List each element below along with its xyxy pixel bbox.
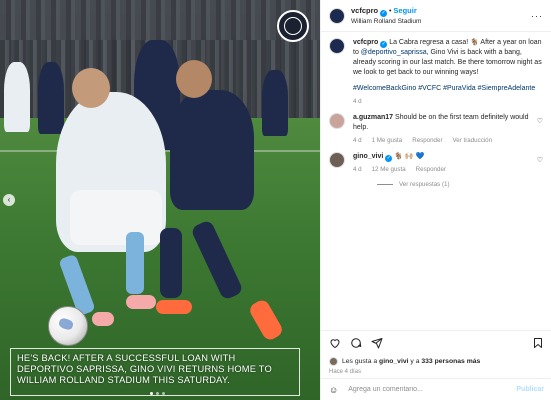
- likes-connector: y a: [410, 358, 420, 365]
- comment-input[interactable]: [348, 386, 499, 393]
- avatar[interactable]: [329, 7, 345, 24]
- bookmark-icon[interactable]: [532, 337, 544, 349]
- mention-link[interactable]: @deportivo_saprissa: [361, 49, 427, 56]
- likes-prefix: Les gusta a: [342, 358, 378, 365]
- comments-list: vcfcpro ✓ La Cabra regresa a casa! 🐐 Aft…: [321, 32, 551, 194]
- soccer-ball: [48, 306, 88, 346]
- avatar[interactable]: [329, 357, 338, 366]
- share-icon[interactable]: [371, 337, 383, 349]
- hashtags[interactable]: #WelcomeBackGino #VCFC #PuraVida #Siempr…: [353, 84, 543, 94]
- instagram-post-modal: ‹ HE'S BACK! AFTER A SUCCESSFUL LOAN WIT…: [0, 0, 551, 400]
- comment-icon[interactable]: [350, 337, 362, 349]
- add-comment-bar: ☺ Publicar: [321, 378, 551, 400]
- carousel-dot: [156, 392, 159, 395]
- comment-likes[interactable]: 1 Me gusta: [372, 137, 403, 144]
- comment-meta: 4 d 12 Me gusta Responder: [353, 166, 533, 173]
- post-header: vcfcpro ✓ • Seguir William Rolland Stadi…: [321, 0, 551, 32]
- publish-button[interactable]: Publicar: [516, 386, 544, 393]
- header-text: vcfcpro ✓ • Seguir William Rolland Stadi…: [351, 6, 421, 25]
- comment-text-part: 🐐 🙌🏼 💙: [392, 153, 425, 160]
- comment-text: gino_vivi ✓ 🐐 🙌🏼 💙: [353, 152, 533, 162]
- heart-icon[interactable]: ♡: [537, 156, 543, 173]
- comment-body: a.guzman17 Should be on the first team d…: [353, 113, 533, 144]
- comment-username[interactable]: gino_vivi: [353, 153, 383, 160]
- comment-meta: 4 d 1 Me gusta Responder Ver traducción: [353, 137, 533, 144]
- player-boot: [92, 312, 114, 326]
- player-navy-head: [176, 60, 212, 98]
- comment-time[interactable]: 4 d: [353, 166, 362, 173]
- comment-username[interactable]: a.guzman17: [353, 114, 393, 121]
- carousel-dots: [150, 392, 165, 395]
- player-white-sock: [126, 232, 144, 294]
- location-link[interactable]: William Rolland Stadium: [351, 18, 421, 25]
- post-actions: Les gusta a gino_vivi y a 333 personas m…: [321, 330, 551, 375]
- comment-meta: 4 d: [353, 98, 543, 105]
- more-horizontal-icon[interactable]: ···: [531, 11, 543, 21]
- comment-time[interactable]: 4 d: [353, 137, 362, 144]
- verified-badge-icon: ✓: [380, 10, 388, 17]
- follow-button[interactable]: Seguir: [393, 6, 416, 15]
- reply-button[interactable]: Responder: [412, 137, 442, 144]
- comment-item: a.guzman17 Should be on the first team d…: [329, 113, 543, 144]
- carousel-dot: [150, 392, 153, 395]
- action-icons: [329, 337, 544, 349]
- comment-username[interactable]: vcfcpro: [353, 39, 378, 46]
- avatar[interactable]: [329, 38, 345, 54]
- emoji-icon[interactable]: ☺: [329, 385, 338, 395]
- image-caption: HE'S BACK! AFTER A SUCCESSFUL LOAN WITH …: [17, 353, 272, 385]
- view-replies[interactable]: Ver respuestas (1): [377, 181, 543, 188]
- likes-summary: Les gusta a gino_vivi y a 333 personas m…: [329, 357, 544, 366]
- player-boot: [156, 300, 192, 314]
- post-sidebar: vcfcpro ✓ • Seguir William Rolland Stadi…: [320, 0, 551, 400]
- comment-body: gino_vivi ✓ 🐐 🙌🏼 💙 4 d 12 Me gusta Respo…: [353, 152, 533, 173]
- author-username[interactable]: vcfcpro: [351, 6, 378, 15]
- background-player-navy: [262, 70, 288, 136]
- heart-icon[interactable]: ♡: [537, 117, 543, 144]
- chevron-left-icon[interactable]: ‹: [3, 194, 15, 206]
- post-image[interactable]: ‹ HE'S BACK! AFTER A SUCCESSFUL LOAN WIT…: [0, 0, 320, 400]
- player-white-head: [72, 68, 110, 108]
- avatar[interactable]: [329, 152, 345, 168]
- likes-count[interactable]: 333 personas más: [421, 358, 480, 365]
- avatar[interactable]: [329, 113, 345, 129]
- player-white-shorts: [70, 190, 162, 245]
- comment-item: gino_vivi ✓ 🐐 🙌🏼 💙 4 d 12 Me gusta Respo…: [329, 152, 543, 173]
- comment-time[interactable]: 4 d: [353, 98, 362, 105]
- background-player-white: [4, 62, 30, 132]
- comment-body: vcfcpro ✓ La Cabra regresa a casa! 🐐 Aft…: [353, 38, 543, 105]
- player-navy-leg: [160, 228, 182, 298]
- replies-line: [377, 184, 393, 185]
- player-boot: [126, 295, 156, 309]
- reply-button[interactable]: Responder: [416, 166, 446, 173]
- player-navy-kit: [170, 90, 254, 210]
- comment-likes[interactable]: 12 Me gusta: [372, 166, 406, 173]
- translate-button[interactable]: Ver traducción: [453, 137, 493, 144]
- club-crest-logo: [277, 10, 309, 42]
- carousel-dot: [162, 392, 165, 395]
- caption-comment: vcfcpro ✓ La Cabra regresa a casa! 🐐 Aft…: [329, 38, 543, 105]
- comment-text: vcfcpro ✓ La Cabra regresa a casa! 🐐 Aft…: [353, 38, 543, 78]
- heart-icon[interactable]: [329, 337, 341, 349]
- background-player-navy: [38, 62, 64, 134]
- post-timestamp[interactable]: Hace 4 días: [329, 369, 544, 375]
- comment-text: a.guzman17 Should be on the first team d…: [353, 113, 533, 133]
- image-caption-box: HE'S BACK! AFTER A SUCCESSFUL LOAN WITH …: [10, 348, 300, 396]
- view-replies-label[interactable]: Ver respuestas (1): [399, 181, 450, 188]
- liked-by-user[interactable]: gino_vivi: [379, 358, 408, 365]
- separator: •: [389, 8, 392, 15]
